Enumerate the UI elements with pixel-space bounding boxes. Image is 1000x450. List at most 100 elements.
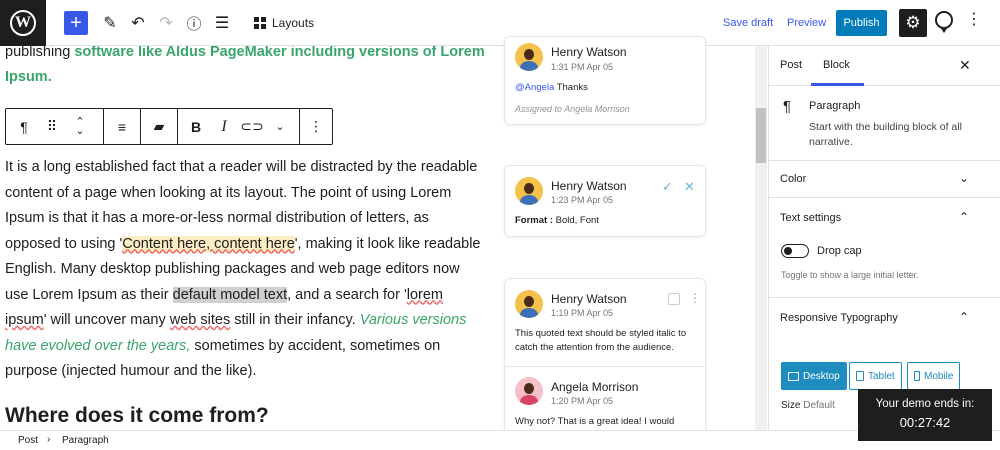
comment-text: @Angela Thanks [515, 81, 588, 95]
panel-title[interactable]: Text settings [780, 212, 841, 224]
more-options-icon[interactable]: ⋮ [966, 12, 982, 28]
comments-bubble-icon[interactable] [935, 11, 953, 33]
comment-card-2[interactable]: Henry Watson 1:23 PM Apr 05 ✓ ✕ Format :… [504, 165, 706, 237]
tab-post[interactable]: Post [780, 59, 802, 71]
para-text-5: still in their infancy. [230, 312, 360, 328]
mention-link[interactable]: @Angela [515, 82, 554, 93]
color-panel[interactable]: Color ⌄ [769, 161, 1000, 198]
editor-scrollbar[interactable] [755, 46, 767, 430]
reply-author: Angela Morrison [551, 380, 639, 394]
desktop-icon [788, 371, 799, 381]
move-up-down-icon[interactable]: ⌃ ⌄ [66, 116, 94, 136]
avatar [515, 43, 543, 71]
desktop-label: Desktop [803, 370, 840, 382]
tablet-button[interactable]: Tablet [849, 362, 902, 390]
drop-cap-label: Drop cap [817, 245, 862, 257]
demo-label: Your demo ends in: [875, 398, 975, 410]
format-group: B I ⊂⊃ ⌄ [178, 109, 300, 144]
add-comment-icon[interactable]: ▰ [145, 118, 173, 135]
avatar [515, 290, 543, 318]
sidebar-tabs: Post Block ✕ [769, 46, 1000, 86]
close-sidebar-icon[interactable]: ✕ [959, 57, 971, 74]
para-text-4: ' will uncover many [43, 312, 170, 328]
chevron-up-icon[interactable]: ⌃ [959, 210, 969, 224]
bold-icon[interactable]: B [182, 119, 210, 135]
resolve-check-icon[interactable]: ✓ [662, 179, 673, 195]
panel-title[interactable]: Responsive Typography [780, 312, 898, 324]
list-view-icon[interactable]: ☰ [212, 11, 232, 35]
settings-gear-icon[interactable]: ⚙ [899, 9, 927, 37]
breadcrumb-paragraph[interactable]: Paragraph [62, 435, 109, 446]
comment-time: 1:23 PM Apr 05 [551, 195, 614, 205]
resolve-checkbox[interactable] [668, 293, 680, 305]
intro-bold-text: software like Aldus PageMaker including … [5, 46, 485, 85]
size-title: Size [781, 400, 801, 411]
wordpress-logo-button[interactable]: W [0, 0, 46, 46]
mobile-label: Mobile [924, 370, 954, 382]
text-settings-panel: Text settings ⌃ Drop cap Toggle to show … [769, 198, 1000, 298]
link-icon[interactable]: ⊂⊃ [238, 118, 266, 135]
save-draft-button[interactable]: Save draft [723, 17, 773, 29]
intro-paragraph[interactable]: publishing software like Aldus PageMaker… [5, 46, 485, 90]
undo-icon[interactable]: ↶ [128, 11, 148, 35]
breadcrumb-post[interactable]: Post [18, 435, 38, 446]
redo-icon[interactable]: ↷ [156, 11, 176, 35]
reject-close-icon[interactable]: ✕ [684, 179, 695, 195]
breadcrumb-separator-icon: › [47, 434, 51, 445]
assigned-note: Assigned to Angela Morrison [515, 104, 630, 114]
size-label: Size Default [781, 400, 835, 411]
tablet-icon [856, 371, 864, 381]
tab-block[interactable]: Block [811, 59, 864, 86]
reply-text: Why not? That is a great idea! I would [515, 416, 675, 427]
comment-menu-icon[interactable]: ⋮ [689, 291, 701, 305]
heading-block[interactable]: Where does it come from? [5, 404, 269, 428]
commented-text-2[interactable]: default model text [172, 286, 288, 303]
info-icon[interactable]: ⓘ [184, 11, 204, 35]
demo-countdown: Your demo ends in: 00:27:42 [858, 389, 992, 441]
block-title: Paragraph [809, 100, 861, 112]
block-options-icon[interactable]: ⋮ [302, 118, 330, 135]
block-toolbar: ¶ ⠿ ⌃ ⌄ ≡ ▰ B I ⊂⊃ ⌄ ⋮ [5, 108, 333, 145]
block-description: Start with the building block of all nar… [809, 121, 962, 148]
options-group: ⋮ [300, 109, 332, 144]
chevron-up-icon[interactable]: ⌃ [959, 310, 969, 324]
wordpress-logo-icon: W [10, 10, 36, 36]
italic-icon[interactable]: I [210, 118, 238, 136]
publish-button[interactable]: Publish [836, 10, 887, 36]
para-text-3: , and a search for ' [287, 286, 407, 303]
paragraph-icon: ¶ [783, 98, 792, 115]
comment-author: Henry Watson [551, 45, 627, 59]
scrollbar-thumb[interactable] [756, 108, 766, 163]
add-block-button[interactable]: + [64, 11, 88, 35]
edit-pencil-icon[interactable]: ✎ [100, 11, 120, 35]
spellcheck-text-2: web sites [169, 312, 231, 328]
drag-handle-icon[interactable]: ⠿ [38, 118, 66, 135]
comment-card-1[interactable]: Henry Watson 1:31 PM Apr 05 @Angela Than… [504, 36, 706, 125]
comment-author: Henry Watson [551, 292, 627, 306]
layouts-label: Layouts [272, 16, 315, 30]
drop-cap-toggle[interactable] [781, 244, 809, 258]
comment-author: Henry Watson [551, 179, 627, 193]
layouts-button[interactable]: Layouts [254, 11, 314, 35]
preview-button[interactable]: Preview [787, 17, 826, 29]
more-formats-chevron-icon[interactable]: ⌄ [266, 120, 294, 133]
comment-time: 1:31 PM Apr 05 [551, 62, 614, 72]
comment-time: 1:19 PM Apr 05 [551, 308, 614, 318]
main-paragraph[interactable]: It is a long established fact that a rea… [5, 155, 485, 385]
align-icon[interactable]: ≡ [108, 119, 136, 135]
format-label: Format : [515, 215, 553, 226]
comment-text: This quoted text should be styled italic… [515, 328, 687, 353]
panel-title: Color [780, 173, 807, 185]
comment-thread-3[interactable]: Henry Watson 1:19 PM Apr 05 ⋮ This quote… [504, 278, 706, 430]
avatar [515, 377, 543, 405]
demo-timer: 00:27:42 [899, 415, 951, 430]
intro-text: publishing [5, 46, 75, 60]
thread-divider [505, 366, 705, 367]
avatar [515, 177, 543, 205]
settings-sidebar: Post Block ✕ ¶ Paragraph Start with the … [768, 46, 1000, 430]
comment-group: ▰ [141, 109, 178, 144]
paragraph-icon[interactable]: ¶ [10, 119, 38, 135]
desktop-button[interactable]: Desktop [781, 362, 847, 390]
commented-text-1[interactable]: Content here, content here [122, 235, 295, 252]
mobile-button[interactable]: Mobile [907, 362, 961, 390]
